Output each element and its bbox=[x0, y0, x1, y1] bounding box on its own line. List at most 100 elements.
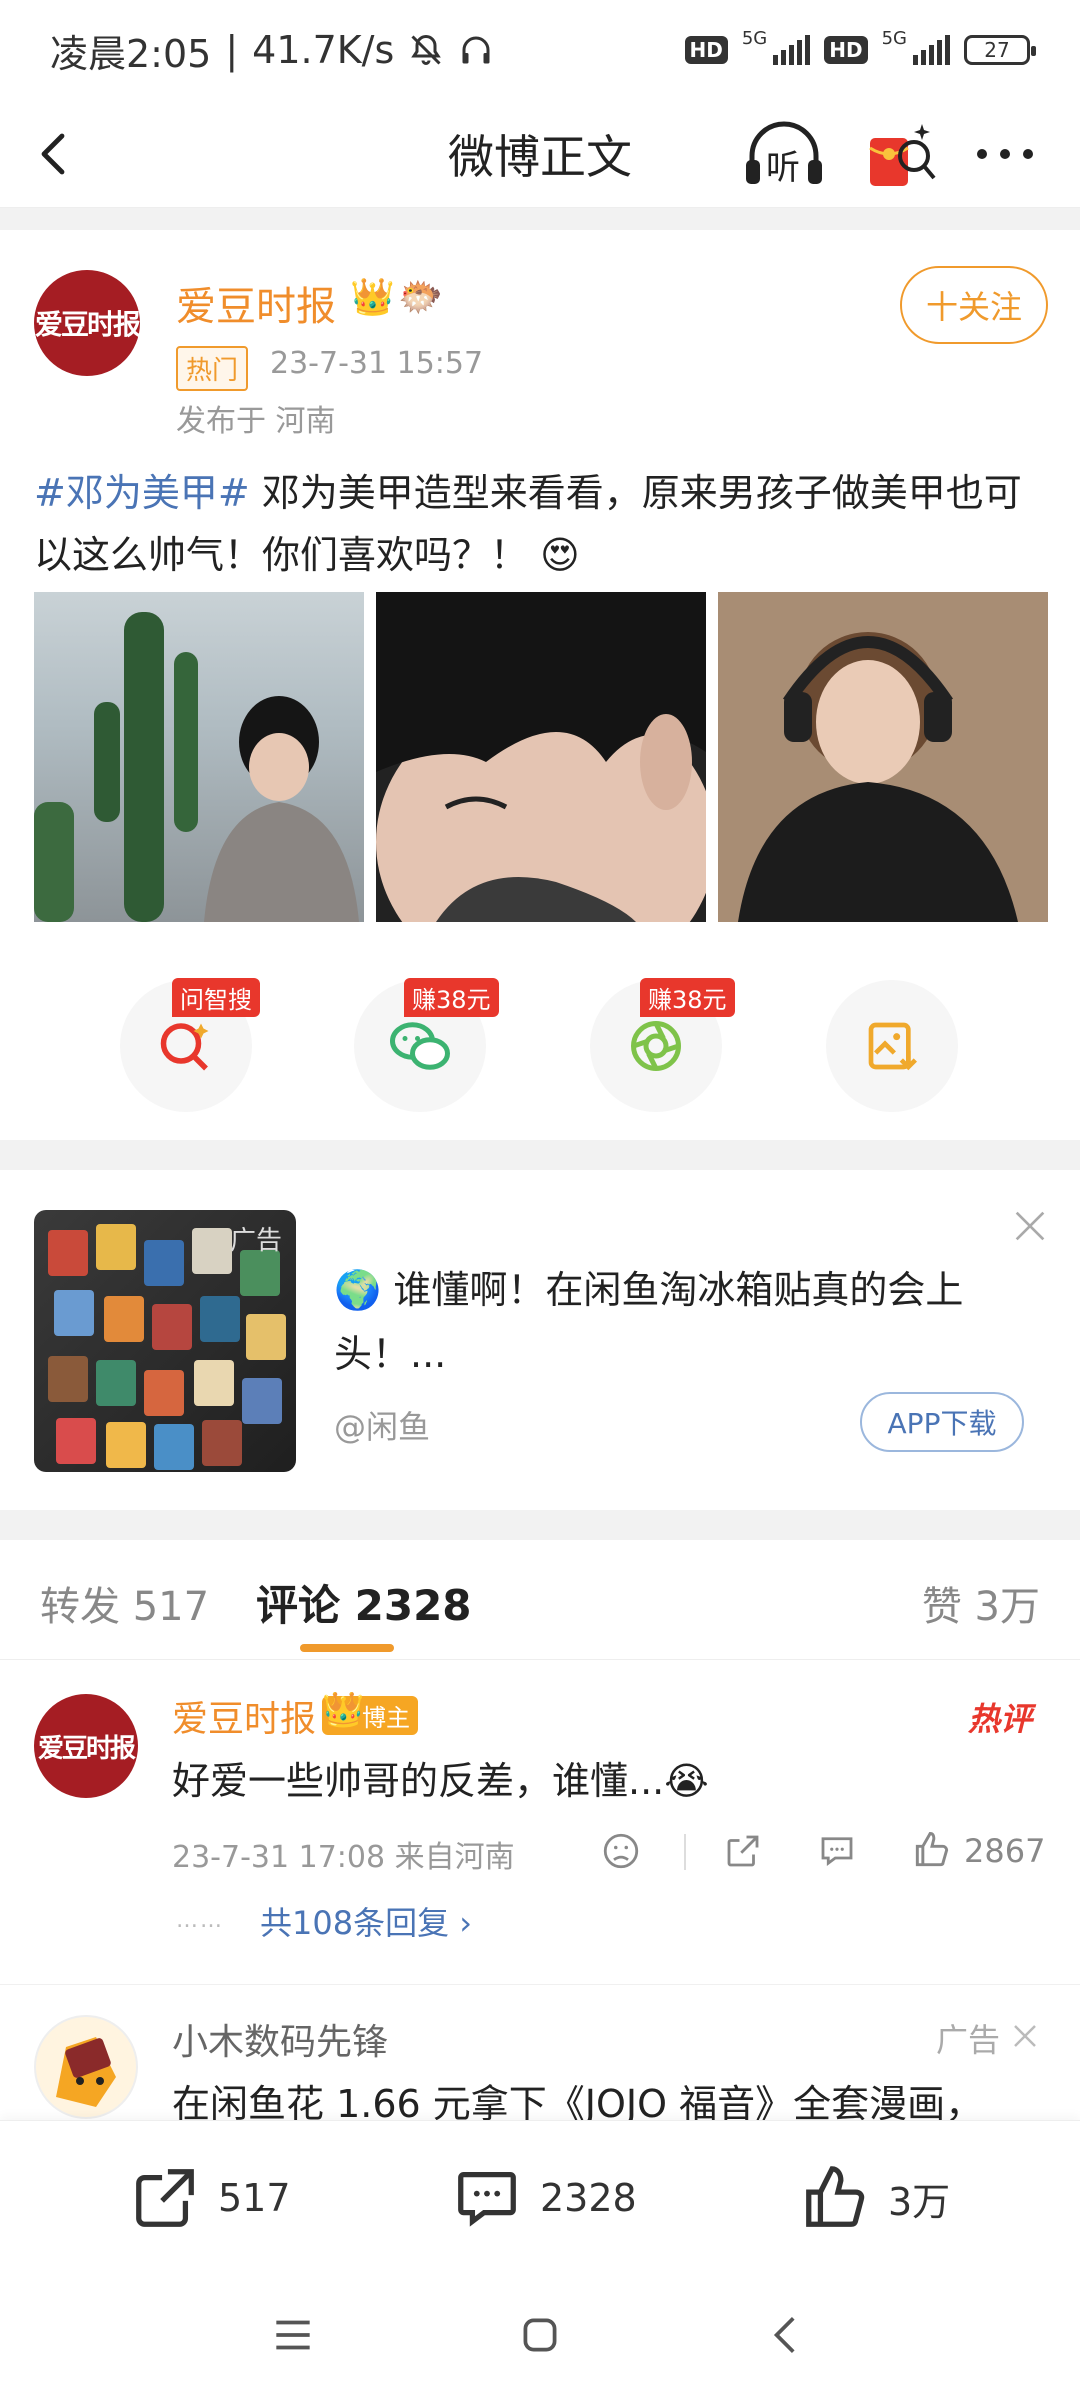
hd-badge: HD bbox=[684, 36, 728, 64]
photo-3[interactable] bbox=[718, 592, 1048, 922]
ad-thumb-label: 广告 bbox=[229, 1226, 282, 1256]
avatar-text: 爱豆时报 bbox=[34, 308, 141, 341]
share-icon[interactable] bbox=[722, 1830, 764, 1872]
listen-button[interactable]: 听 bbox=[742, 120, 826, 190]
bell-off-icon bbox=[411, 34, 442, 65]
app-download-button[interactable]: APP下载 bbox=[860, 1392, 1024, 1452]
advertiser-avatar[interactable] bbox=[34, 2015, 138, 2119]
photo-3-art bbox=[718, 592, 1048, 922]
dislike-face-icon[interactable] bbox=[600, 1830, 642, 1872]
network-gen-2: 5G bbox=[881, 27, 907, 49]
advertiser-name[interactable]: 小木数码先锋 bbox=[172, 2013, 388, 2065]
forward-count: 517 bbox=[218, 2176, 291, 2220]
comment-body: 好爱一些帅哥的反差，谁懂... bbox=[172, 1759, 665, 1803]
advertiser-avatar-art bbox=[56, 2037, 116, 2107]
system-nav-bar bbox=[0, 2270, 1080, 2400]
red-packet-icon[interactable] bbox=[862, 118, 940, 192]
topic-link[interactable]: #邓为美甲# bbox=[34, 471, 250, 515]
home-icon[interactable] bbox=[515, 2310, 565, 2360]
like-icon[interactable] bbox=[910, 1828, 954, 1872]
post-location: 发布于 河南 bbox=[176, 404, 336, 439]
close-icon[interactable] bbox=[1010, 1206, 1050, 1246]
hd-badge-2: HD bbox=[824, 36, 868, 64]
network-gen: 5G bbox=[741, 27, 768, 49]
save-image-button[interactable] bbox=[826, 980, 958, 1112]
close-icon[interactable] bbox=[1010, 2021, 1040, 2051]
comment-item: 爱豆时报 爱豆时报 博主 👑 热评 好爱一些帅哥的反差，谁懂...😭 23-7-… bbox=[0, 1660, 1080, 1980]
tab-like[interactable]: 赞 3万 bbox=[922, 1574, 1040, 1632]
comment-text[interactable]: 好爱一些帅哥的反差，谁懂...😭 bbox=[172, 1750, 709, 1805]
view-replies-link[interactable]: 共108条回复 › bbox=[260, 1898, 472, 1944]
comment-icon[interactable] bbox=[816, 1830, 858, 1872]
reply-dots: …… bbox=[176, 1908, 224, 1933]
photo-1-art bbox=[34, 612, 359, 922]
commenter-avatar[interactable]: 爱豆时报 bbox=[34, 1694, 138, 1798]
divider bbox=[0, 208, 1080, 230]
nav-bar: 微博正文 听 bbox=[0, 100, 1080, 208]
like-icon bbox=[806, 2166, 865, 2227]
follow-button[interactable]: 十关注 bbox=[900, 266, 1048, 344]
forward-button[interactable]: 517 bbox=[130, 2163, 291, 2233]
commenter-name[interactable]: 爱豆时报 bbox=[172, 1690, 316, 1742]
hot-tag: 热门 bbox=[176, 346, 249, 391]
comment-meta: 23-7-31 17:08 来自河南 bbox=[172, 1840, 515, 1875]
ad-thumbnail[interactable]: 广告 bbox=[34, 1210, 296, 1472]
moments-icon bbox=[631, 1021, 681, 1071]
battery-icon: 27 bbox=[964, 35, 1036, 65]
ad-card[interactable]: 广告 🌍 谁懂啊！在闲鱼淘冰箱贴真的会上头！... @闲鱼 APP下载 bbox=[0, 1170, 1080, 1510]
listen-label: 听 bbox=[766, 148, 800, 188]
comment-icon bbox=[458, 2172, 516, 2227]
ad-source: @闲鱼 bbox=[334, 1408, 431, 1446]
like-total: 3万 bbox=[888, 2179, 951, 2224]
status-time: 凌晨2:05 bbox=[50, 31, 212, 76]
author-name[interactable]: 爱豆时报 bbox=[176, 274, 336, 332]
menu-icon[interactable] bbox=[268, 2310, 318, 2360]
divider bbox=[0, 1510, 1080, 1540]
post-time: 23-7-31 15:57 bbox=[270, 346, 484, 381]
post-text: #邓为美甲# 邓为美甲造型来看看，原来男孩子做美甲也可以这么帅气！你们喜欢吗？！… bbox=[34, 462, 1054, 586]
more-icon[interactable] bbox=[970, 130, 1040, 178]
ai-search-badge: 问智搜 bbox=[172, 978, 260, 1017]
save-image-icon bbox=[868, 1022, 917, 1071]
comment-ad-text: 在闲鱼花 1.66 元拿下《JOJO 福音》全套漫画， bbox=[172, 2082, 984, 2120]
back-nav-icon[interactable] bbox=[762, 2310, 812, 2360]
status-separator: | bbox=[225, 28, 239, 72]
moments-badge: 赚38元 bbox=[640, 978, 735, 1017]
fish-badge-icon: 🐡 bbox=[398, 277, 443, 318]
active-tab-indicator bbox=[300, 1644, 394, 1652]
author-avatar[interactable]: 爱豆时报 bbox=[34, 270, 141, 376]
separator bbox=[684, 1834, 686, 1870]
like-count: 2867 bbox=[964, 1832, 1046, 1870]
bottom-action-bar: 517 2328 3万 bbox=[0, 2120, 1080, 2272]
photo-grid bbox=[34, 592, 1048, 922]
comment-button[interactable]: 2328 bbox=[452, 2163, 637, 2233]
comment-ad-item[interactable]: 小木数码先锋 广告 在闲鱼花 1.66 元拿下《JOJO 福音》全套漫画， bbox=[0, 1984, 1080, 2120]
comment-count: 2328 bbox=[540, 2176, 637, 2220]
wechat-badge: 赚38元 bbox=[404, 978, 499, 1017]
status-bar: 凌晨2:05 | 41.7K/s HD 5G HD 5G 27 bbox=[0, 0, 1080, 100]
emoji: 😍 bbox=[540, 533, 580, 577]
interaction-tabs: 转发 517 评论 2328 赞 3万 bbox=[0, 1540, 1080, 1660]
ai-search-icon bbox=[160, 1023, 209, 1071]
crown-badge-icon: 👑 bbox=[350, 277, 395, 318]
like-button[interactable]: 3万 bbox=[800, 2163, 950, 2233]
photo-2-art bbox=[376, 592, 706, 922]
tab-forward[interactable]: 转发 517 bbox=[40, 1574, 209, 1632]
photo-2[interactable] bbox=[376, 592, 706, 922]
globe-icon: 🌍 bbox=[334, 1268, 382, 1312]
status-speed: 41.7K/s bbox=[252, 28, 395, 72]
forward-icon bbox=[136, 2169, 194, 2227]
divider bbox=[0, 1140, 1080, 1170]
avatar-text: 爱豆时报 bbox=[37, 1733, 136, 1764]
signal-icon-2 bbox=[913, 35, 950, 65]
tab-comment[interactable]: 评论 2328 bbox=[256, 1572, 472, 1633]
ad-copy: 谁懂啊！在闲鱼淘冰箱贴真的会上头！... bbox=[334, 1268, 964, 1376]
comment-toolbar: 2867 bbox=[600, 1820, 1050, 1880]
photo-1[interactable] bbox=[34, 592, 364, 922]
wechat-icon bbox=[390, 1022, 450, 1070]
crown-badge-icon: 👑 bbox=[322, 1690, 365, 1730]
post-header: 爱豆时报 爱豆时报 👑 🐡 热门 23-7-31 15:57 发布于 河南 十关… bbox=[0, 230, 1080, 460]
signal-icon bbox=[773, 35, 811, 65]
ad-label: 广告 bbox=[936, 2021, 1001, 2059]
ad-text[interactable]: 🌍 谁懂啊！在闲鱼淘冰箱贴真的会上头！... bbox=[334, 1258, 1034, 1386]
